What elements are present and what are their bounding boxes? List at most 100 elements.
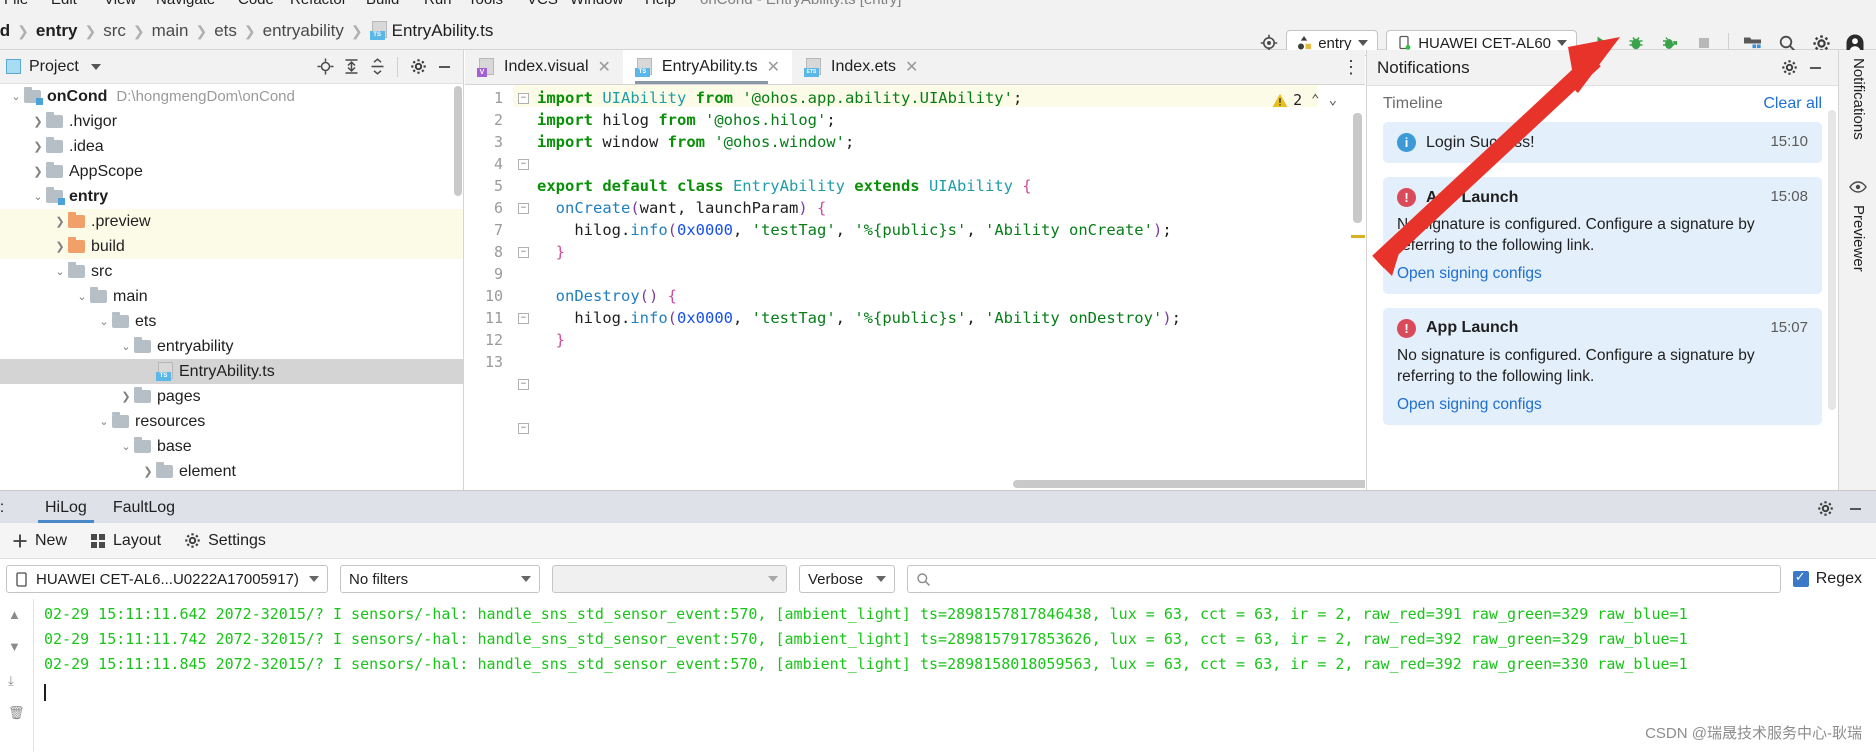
tree-item[interactable]: ⌄ src xyxy=(0,259,463,284)
menu-item-help[interactable]: Help xyxy=(645,0,676,8)
tree-item[interactable]: EntryAbility.ts xyxy=(0,359,463,384)
tree-item[interactable]: ⌄ onCond D:\hongmengDom\onCond xyxy=(0,84,463,109)
menu-item-view[interactable]: View xyxy=(104,0,136,8)
tree-item[interactable]: ⌄ entry xyxy=(0,184,463,209)
tree-item[interactable]: ❯ .preview xyxy=(0,209,463,234)
tree-item[interactable]: ❯ build xyxy=(0,234,463,259)
tab-index-ets[interactable]: Index.ets ✕ xyxy=(792,50,930,84)
breadcrumb-item-entryability[interactable]: entryability xyxy=(256,21,351,41)
editor-horizontal-scrollbar[interactable] xyxy=(1013,480,1365,488)
minimize-icon[interactable] xyxy=(1802,55,1828,81)
code-area[interactable]: 1 2 3 4 5 6 7 8 9 10 11 12 13 − − − − − − − 2 ⌃ ⌄ im… xyxy=(465,85,1365,490)
breadcrumb-item-src[interactable]: src xyxy=(96,21,133,41)
menu-item-navigate[interactable]: Navigate xyxy=(156,0,215,8)
fold-marker-icon[interactable]: − xyxy=(518,379,529,390)
scroll-up-icon[interactable]: ▲ xyxy=(8,607,21,622)
code-line[interactable]: export default class EntryAbility extend… xyxy=(537,177,1032,195)
breadcrumb-item-file[interactable]: EntryAbility.ts xyxy=(363,21,501,41)
menu-item-edit[interactable]: Edit xyxy=(51,0,77,8)
notification-card[interactable]: 15:07! App Launch No signature is configur… xyxy=(1383,307,1822,425)
menu-item-window[interactable]: Window xyxy=(570,0,623,8)
next-warning-icon[interactable]: ⌄ xyxy=(1329,92,1337,108)
log-search-box[interactable] xyxy=(907,565,1781,593)
menu-item-refactor[interactable]: Refactor xyxy=(290,0,347,8)
tree-item[interactable]: ⌄ entryability xyxy=(0,334,463,359)
log-line[interactable]: 02-29 15:11:11.742 2072-32015/? I sensor… xyxy=(44,630,1688,648)
breadcrumb-item-entry[interactable]: entry xyxy=(29,21,85,41)
log-output-area[interactable]: ▲ ▼ ⤓ 🗑 02-29 15:11:11.642 2072-32015/? … xyxy=(0,599,1876,751)
log-line[interactable]: 02-29 15:11:11.642 2072-32015/? I sensor… xyxy=(44,605,1688,623)
close-icon[interactable]: ✕ xyxy=(598,57,611,77)
chevron-down-icon[interactable] xyxy=(83,54,109,80)
chevron-down-icon[interactable]: ⌄ xyxy=(96,415,112,428)
chevron-right-icon[interactable]: ❯ xyxy=(118,390,134,403)
warning-indicator[interactable]: 2 ⌃ ⌄ xyxy=(1272,91,1337,109)
chevron-down-icon[interactable]: ⌄ xyxy=(118,340,134,353)
fold-marker-icon[interactable]: − xyxy=(518,159,529,170)
fold-marker-icon[interactable]: − xyxy=(518,313,529,324)
extra-filter-select[interactable] xyxy=(552,565,787,593)
minimize-icon[interactable] xyxy=(431,54,457,80)
editor-more-options-icon[interactable]: ⋮ xyxy=(1337,50,1365,84)
chevron-right-icon[interactable]: ❯ xyxy=(140,465,156,478)
scroll-down-icon[interactable]: ▼ xyxy=(8,639,21,654)
new-log-tab-button[interactable]: New xyxy=(2,526,77,556)
log-settings-button[interactable]: Settings xyxy=(174,526,276,556)
menu-item-tools[interactable]: Tools xyxy=(468,0,503,8)
gear-icon[interactable] xyxy=(1776,55,1802,81)
menu-item-file[interactable]: File xyxy=(4,0,28,8)
menu-item-code[interactable]: Code xyxy=(238,0,274,8)
code-line[interactable]: import window from '@ohos.window'; xyxy=(537,133,854,151)
gear-icon[interactable] xyxy=(405,54,431,80)
fold-marker-icon[interactable]: − xyxy=(518,93,529,104)
scroll-to-end-icon[interactable]: ⤓ xyxy=(8,673,14,689)
tree-item[interactable]: ❯ .idea xyxy=(0,134,463,159)
eye-icon[interactable] xyxy=(1849,180,1867,198)
fold-marker-icon[interactable]: − xyxy=(518,423,529,434)
breadcrumb-item-project[interactable]: ond xyxy=(0,21,17,41)
chevron-right-icon[interactable]: ❯ xyxy=(52,215,68,228)
collapse-all-icon[interactable] xyxy=(364,54,390,80)
tree-item[interactable]: ⌄ ets xyxy=(0,309,463,334)
prev-warning-icon[interactable]: ⌃ xyxy=(1311,92,1319,108)
close-icon[interactable]: ✕ xyxy=(905,57,918,77)
notification-link[interactable]: Open signing configs xyxy=(1397,265,1808,283)
chevron-down-icon[interactable]: ⌄ xyxy=(96,315,112,328)
strip-item-notifications[interactable]: Notifications xyxy=(1850,58,1867,140)
tab-index-visual[interactable]: Index.visual ✕ xyxy=(465,50,623,84)
code-line[interactable]: onCreate(want, launchParam) { xyxy=(537,199,827,217)
clear-log-icon[interactable]: 🗑 xyxy=(8,705,25,721)
layout-button[interactable]: Layout xyxy=(80,526,171,556)
gear-icon[interactable] xyxy=(1810,493,1840,523)
chevron-right-icon[interactable]: ❯ xyxy=(30,140,46,153)
chevron-right-icon[interactable]: ❯ xyxy=(30,115,46,128)
log-line[interactable]: 02-29 15:11:11.845 2072-32015/? I sensor… xyxy=(44,655,1688,673)
chevron-down-icon[interactable]: ⌄ xyxy=(52,265,68,278)
regex-toggle[interactable]: Regex xyxy=(1792,569,1862,588)
menu-item-vcs[interactable]: VCS xyxy=(527,0,558,8)
tree-item[interactable]: ⌄ main xyxy=(0,284,463,309)
fold-column[interactable]: − − − − − − − xyxy=(513,85,535,490)
breadcrumb-item-ets[interactable]: ets xyxy=(207,21,244,41)
chevron-down-icon[interactable]: ⌄ xyxy=(8,90,24,103)
device-filter-select[interactable]: HUAWEI CET-AL6...U0222A17005917) xyxy=(6,565,328,593)
log-search-input[interactable] xyxy=(937,570,1772,588)
regex-checkbox[interactable] xyxy=(1792,569,1809,587)
chevron-down-icon[interactable]: ⌄ xyxy=(74,290,90,303)
project-tree-scrollbar[interactable] xyxy=(454,86,462,196)
tab-hilog[interactable]: HiLog xyxy=(32,499,100,523)
code-line[interactable]: onDestroy() { xyxy=(537,287,677,305)
tree-item[interactable]: ❯ element xyxy=(0,459,463,484)
fold-marker-icon[interactable]: − xyxy=(518,247,529,258)
tab-faultlog[interactable]: FaultLog xyxy=(100,499,188,523)
editor-vertical-scrollbar[interactable] xyxy=(1353,113,1362,223)
chevron-right-icon[interactable]: ❯ xyxy=(52,240,68,253)
fold-marker-icon[interactable]: − xyxy=(518,203,529,214)
notification-card[interactable]: 15:10 i Login Success! xyxy=(1383,122,1822,163)
strip-item-previewer[interactable]: Previewer xyxy=(1850,205,1867,272)
code-line[interactable]: hilog.info(0x0000, 'testTag', '%{public}… xyxy=(537,309,1181,327)
clear-all-button[interactable]: Clear all xyxy=(1763,95,1822,113)
notifications-scrollbar[interactable] xyxy=(1828,110,1836,410)
close-icon[interactable]: ✕ xyxy=(767,57,780,77)
minimize-icon[interactable] xyxy=(1840,493,1870,523)
